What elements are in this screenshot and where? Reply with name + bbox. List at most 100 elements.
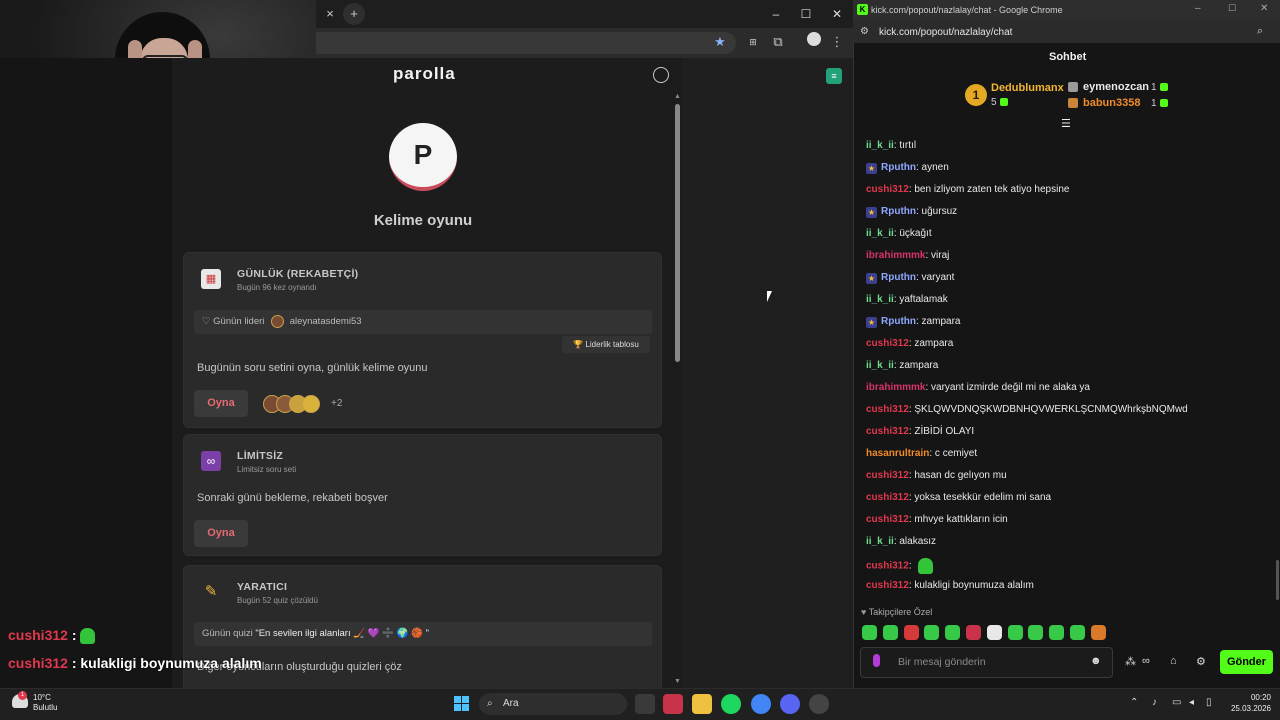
weather-widget[interactable]: 10°C Bulutlu [33,693,57,713]
minimize-button[interactable]: – [761,0,791,28]
chat-username[interactable]: ii_k_ii [866,294,894,305]
new-tab-button[interactable]: + [343,3,365,25]
chat-message-input[interactable]: Bir mesaj gönderin [860,647,1113,678]
chat-username[interactable]: Rputhn [881,206,916,217]
quiz-strip[interactable]: Günün quizi "En sevilen ilgi alanları 🏒 … [194,622,652,646]
emote-icon[interactable] [1007,625,1023,640]
chat-username[interactable]: cushi312 [866,184,909,195]
tray-chevron-icon[interactable]: ⌃ [1130,697,1138,708]
top-gifter-name[interactable]: babun3358 [1083,97,1140,109]
extensions-icon[interactable]: ⧉ [767,31,789,53]
taskbar-clock[interactable]: 00:20 25.03.2026 [1225,692,1271,714]
chat-text: : zampara [908,338,954,349]
scroll-down-arrow[interactable]: ▼ [674,678,681,685]
obs-icon[interactable] [809,694,829,714]
chat-username[interactable]: ibrahimmmk [866,382,925,393]
gift-icon[interactable]: ⁂ [1125,655,1136,668]
bookmark-star-icon[interactable]: ★ [709,31,731,53]
scroll-up-arrow[interactable]: ▲ [674,93,681,100]
chat-username[interactable]: ii_k_ii [866,360,894,371]
tab-close-button[interactable]: × [319,3,341,25]
chat-message: ibrahimmmk: varyant izmirde değil mi ne … [866,382,1090,393]
microphone-icon[interactable] [873,654,880,667]
site-logo[interactable]: parolla [393,64,456,84]
chat-username[interactable]: ii_k_ii [866,536,894,547]
task-view-icon[interactable] [635,694,655,714]
emote-icon[interactable] [945,625,961,640]
site-info-icon[interactable]: ⚙ [860,26,869,37]
maximize-button[interactable]: ☐ [791,0,821,28]
store-icon[interactable]: ⌂ [1170,655,1177,667]
emote-icon[interactable] [903,625,919,640]
chat-username[interactable]: cushi312 [866,426,909,437]
chat-close-button[interactable]: ✕ [1260,3,1268,14]
infinity-icon[interactable]: ∞ [1142,655,1150,667]
network-icon[interactable]: ▭ [1172,697,1181,708]
emote-icon[interactable] [924,625,940,640]
emote-icon[interactable] [1028,625,1044,640]
windows-start-icon[interactable] [454,696,470,712]
emote-icon[interactable] [1090,625,1106,640]
rank-badge: 1 [965,84,987,106]
emote-icon[interactable] [966,625,981,640]
extension-badge-icon[interactable]: ≡ [826,68,842,84]
chat-username[interactable]: cushi312 [866,338,909,349]
translate-icon[interactable]: ⊞ [742,31,764,53]
close-button[interactable]: ✕ [822,0,852,28]
chat-username[interactable]: Rputhn [881,162,916,173]
spotify-icon[interactable] [721,694,741,714]
collapse-leaderboard-icon[interactable]: ☰ [1061,117,1071,130]
top-gifter-name[interactable]: eymenozcan [1083,81,1149,93]
chat-text: : c cemiyet [929,448,978,459]
zoom-search-icon[interactable]: ⌕ [1257,25,1263,38]
chat-username[interactable]: cushi312 [866,404,909,415]
chat-username[interactable]: cushi312 [866,470,909,481]
chat-username[interactable]: Rputhn [881,316,916,327]
leader-name[interactable]: aleynatasdemi53 [290,316,362,327]
chat-username[interactable]: cushi312 [866,580,909,591]
chat-username[interactable]: cushi312 [866,561,909,572]
send-button[interactable]: Gönder [1220,650,1273,674]
chat-username[interactable]: ibrahimmmk [866,250,925,261]
chat-message: ii_k_ii: zampara [866,360,938,371]
play-button[interactable]: Oyna [194,520,248,547]
page-scrollbar[interactable] [675,104,680,362]
address-bar[interactable] [316,32,736,54]
chat-minimize-button[interactable]: – [1195,3,1201,14]
chat-text: : varyant izmirde değil mi ne alaka ya [925,382,1090,393]
settings-gear-icon[interactable]: ⚙ [1196,655,1206,668]
chat-username[interactable]: ii_k_ii [866,228,894,239]
card-title: GÜNLÜK (REKABETÇİ) [237,268,359,280]
emote-icon[interactable] [986,625,1002,640]
emote-icon[interactable] [882,625,898,640]
taskbar-search[interactable]: ⌕ Ara [479,693,627,715]
chat-username[interactable]: cushi312 [866,492,909,503]
volume-icon[interactable]: ◂ [1189,697,1194,708]
leaderboard-button[interactable]: 🏆 Liderlik tablosu [562,336,650,353]
emote-icon[interactable] [1049,625,1065,640]
chat-text: : yoksa tesekkür edelim mi sana [908,492,1052,503]
battery-icon[interactable]: ▯ [1206,697,1212,708]
emoji-picker-icon[interactable]: ☻ [1090,655,1102,667]
chat-url[interactable]: kick.com/popout/nazlalay/chat [879,27,1012,38]
chat-username[interactable]: Rputhn [881,272,916,283]
chat-maximize-button[interactable]: ☐ [1228,3,1236,14]
chat-text: : hasan dc gelıyon mu [908,470,1007,481]
trophy-icon: ♡ [202,316,211,327]
emote-icon[interactable] [862,625,877,640]
microphone-tray-icon[interactable]: ♪ [1152,697,1157,708]
play-button[interactable]: Oyna [194,390,248,417]
chat-username[interactable]: cushi312 [866,514,909,525]
user-profile-icon[interactable] [653,67,669,83]
discord-icon[interactable] [780,694,800,714]
browser-menu-icon[interactable]: ⋮ [826,31,848,53]
chrome-icon[interactable] [751,694,771,714]
top-gifter-name[interactable]: Dedublumanx [991,82,1064,94]
chat-username[interactable]: ii_k_ii [866,140,894,151]
chat-username[interactable]: hasanrultrain [866,448,929,459]
file-explorer-icon[interactable] [692,694,712,714]
emote-icon[interactable] [1070,625,1085,640]
app-p-icon[interactable] [663,694,683,714]
profile-avatar-icon[interactable] [803,31,825,53]
chat-scrollbar[interactable] [1276,560,1279,600]
